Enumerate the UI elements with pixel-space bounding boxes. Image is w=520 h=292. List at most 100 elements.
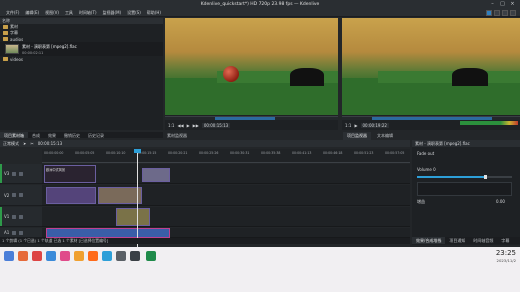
track-active-indicator [0,207,2,226]
tab-compositions[interactable]: 合成 [28,132,44,138]
lock-icon[interactable] [12,193,17,197]
app-icon[interactable] [46,251,56,261]
play-icon[interactable]: ▶ [187,123,190,128]
menu-view[interactable]: 视图(V) [45,10,59,16]
audio-level-meter [460,121,518,125]
bin-clip[interactable]: 素材 - 演职表第 [mpeg2].flac 00:00:02:11 [0,42,163,56]
clip-monitor: 1:1 ◀◀ ▶ ▶▶ 00:00:15:13 [165,18,338,130]
mute-icon[interactable] [12,230,17,235]
playhead-handle[interactable] [134,149,141,153]
zoom-label[interactable]: 1:1 [345,123,351,128]
bin-folder[interactable]: videos [0,56,163,62]
layout-color-icon[interactable] [510,10,516,16]
app-icon[interactable] [74,251,84,261]
tab-history[interactable]: 历史记录 [84,132,108,138]
timeline-clip[interactable] [98,187,142,204]
timeline-clip[interactable] [116,208,150,226]
tab-subtitles[interactable]: 字幕 [497,237,513,244]
lock-icon[interactable] [12,214,17,219]
app-icon[interactable] [88,251,98,261]
layout-edit-icon[interactable] [486,10,492,16]
track-lane-a1[interactable] [42,228,410,238]
tab-effect-stack[interactable]: 效果/合成堆栈 [412,237,446,244]
track-lane-v1[interactable] [42,207,410,227]
tab-project-notes[interactable]: 项目通知 [445,237,469,244]
clip-timecode[interactable]: 00:00:15:13 [201,122,231,128]
app-icon[interactable] [146,251,156,261]
red-ball [223,66,239,82]
folder-label: videos [10,56,24,62]
menu-file[interactable]: 文件(F) [6,10,19,16]
menu-tool[interactable]: 工具 [65,10,73,16]
timeline-clip[interactable] [46,187,96,204]
tab-clip-monitor[interactable]: 素材监视器 [163,132,191,140]
tab-project-bin[interactable]: 项目素材箱 [0,132,28,138]
app-icon[interactable] [32,251,42,261]
timeline-clip[interactable] [142,168,170,182]
lock-icon[interactable] [12,171,17,176]
system-clock[interactable]: 23:25 2023/11/2 [496,249,516,262]
tab-undo-history[interactable]: 撤销历史 [60,132,84,138]
eye-icon[interactable] [19,214,24,219]
clip-monitor-ruler[interactable] [165,116,338,120]
minimize-icon[interactable]: – [490,2,495,7]
title-bar: Kdenlive_quickstart*) HD 720p 23.98 fps … [0,0,520,9]
project-timecode[interactable]: 00:00:19:22 [360,122,389,128]
slider-knob[interactable] [483,175,487,179]
ruler-tick: 00:00:35:38 [261,151,281,155]
edit-mode-select[interactable]: 正常模式 [3,141,19,146]
tab-project-monitor[interactable]: 项目监视器 [343,132,371,140]
menu-settings[interactable]: 设置(S) [127,10,141,16]
menu-help[interactable]: 帮助(H) [147,10,161,16]
track-header-v3[interactable]: V3 [0,164,42,184]
tab-audio-mixer[interactable]: 时间轴音频 [469,237,497,244]
volume-slider[interactable] [417,175,512,179]
track-name: A1 [4,230,10,235]
track-header-a1[interactable]: A1 [0,228,42,238]
rewind-icon[interactable]: ◀◀ [177,123,183,128]
audio-clip[interactable] [46,228,170,238]
eye-icon[interactable] [19,171,24,176]
app-icon[interactable] [60,251,70,261]
gain-value[interactable]: 0.00 [496,200,505,204]
ruler-tick: 00:00:41:13 [292,151,312,155]
track-header-v1[interactable]: V1 [0,207,42,227]
menu-edit[interactable]: 编辑(E) [25,10,39,16]
layout-effects-icon[interactable] [502,10,508,16]
app-icon[interactable] [18,251,28,261]
maximize-icon[interactable]: □ [500,2,505,7]
kdenlive-icon[interactable] [130,251,140,261]
close-icon[interactable]: × [510,2,515,7]
track-lane-v3[interactable]: 欧洲中式风景 [42,164,410,184]
left-dock-tabs: 项目素材箱 合成 效果 撤销历史 历史记录 [0,132,163,138]
menu-timeline[interactable]: 时间轴(T) [79,10,97,16]
folder-icon [3,57,8,61]
lock-icon[interactable] [19,230,24,235]
eye-icon[interactable] [19,193,24,197]
track-header-v2[interactable]: V2 [0,185,42,206]
play-icon[interactable]: ▶ [354,123,357,128]
keyframe-curve[interactable] [417,182,512,196]
project-monitor-ruler[interactable] [342,116,520,120]
timeline-clip[interactable]: 欧洲中式风景 [44,165,96,183]
timeline-timecode[interactable]: 00:00:15:13 [38,141,62,146]
menu-monitor[interactable]: 监视器(M) [103,10,122,16]
forward-icon[interactable]: ▶▶ [193,123,199,128]
app-icon[interactable] [102,251,112,261]
clip-label [143,169,169,171]
clip-duration: 00:00:02:11 [22,50,44,55]
zoom-label[interactable]: 1:1 [168,123,174,128]
table-cushion [377,71,520,83]
ruler-tick: 00:00:25:26 [199,151,219,155]
tab-text-edit[interactable]: 文本编辑 [373,132,397,140]
track-name: V1 [4,214,10,219]
timeline-ruler[interactable]: 00:00:00:00 00:00:05:05 00:00:10:10 00:0… [42,149,410,163]
start-icon[interactable] [4,251,14,261]
select-tool-icon[interactable]: ➤ [23,141,26,146]
track-lane-v2[interactable] [42,185,410,206]
app-icon[interactable] [116,251,126,261]
layout-audio-icon[interactable] [494,10,500,16]
playhead[interactable] [137,149,138,249]
razor-tool-icon[interactable]: ✂ [30,141,33,146]
tab-effects[interactable]: 效果 [44,132,60,138]
